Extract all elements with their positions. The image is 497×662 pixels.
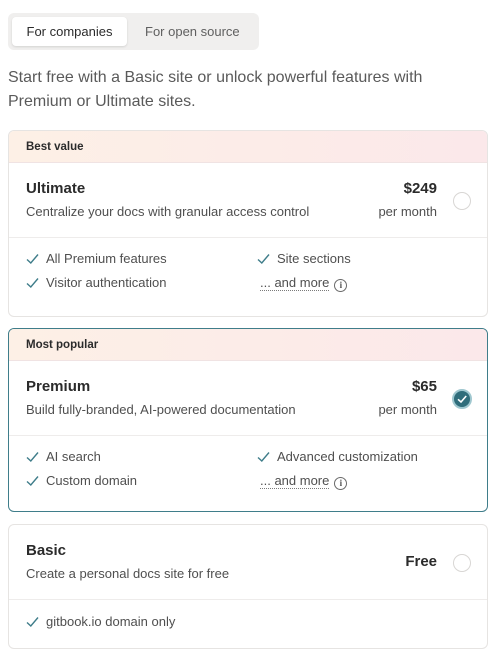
info-icon[interactable]: i xyxy=(334,279,348,292)
plan-audience-tabs: For companies For open source xyxy=(8,13,259,50)
plan-badge: Most popular xyxy=(9,329,487,361)
more-features: ... and more i xyxy=(260,473,348,490)
plan-header: Basic Create a personal docs site for fr… xyxy=(9,525,487,600)
plan-card-ultimate[interactable]: Best value Ultimate Centralize your docs… xyxy=(8,130,488,317)
plan-header: Premium Build fully-branded, AI-powered … xyxy=(9,361,487,436)
plan-card-premium[interactable]: Most popular Premium Build fully-branded… xyxy=(8,328,488,512)
plan-name: Ultimate xyxy=(26,180,86,197)
plan-name: Basic xyxy=(26,542,67,559)
more-features: ... and more i xyxy=(260,275,348,292)
plan-price: Free xyxy=(405,553,437,570)
feature-list: All Premium features Site sections Visit… xyxy=(9,238,487,310)
plan-radio-basic[interactable] xyxy=(453,554,471,572)
plan-description: Create a personal docs site for free xyxy=(26,566,230,581)
plan-name: Premium xyxy=(26,378,91,395)
more-features-link[interactable]: ... and more xyxy=(260,473,330,489)
plan-badge: Best value xyxy=(9,131,487,163)
tab-for-companies[interactable]: For companies xyxy=(12,17,127,46)
info-icon[interactable]: i xyxy=(334,477,348,490)
check-icon xyxy=(257,452,270,463)
feature-list: AI search Advanced customization Custom … xyxy=(9,436,487,508)
plan-description: Build fully-branded, AI-powered document… xyxy=(26,402,296,417)
check-icon xyxy=(26,254,39,265)
plan-card-basic[interactable]: Basic Create a personal docs site for fr… xyxy=(8,524,488,649)
checkmark-icon xyxy=(457,395,467,404)
plan-radio-premium[interactable] xyxy=(452,389,472,409)
plan-radio-ultimate[interactable] xyxy=(453,192,471,210)
check-icon xyxy=(26,617,39,628)
feature-list: gitbook.io domain only xyxy=(9,600,487,648)
check-icon xyxy=(26,278,39,289)
check-icon xyxy=(26,476,39,487)
plan-header: Ultimate Centralize your docs with granu… xyxy=(9,163,487,238)
plan-period: per month xyxy=(378,402,437,417)
plan-period: per month xyxy=(378,204,437,219)
check-icon xyxy=(26,452,39,463)
intro-text: Start free with a Basic site or unlock p… xyxy=(8,69,423,110)
plan-price: $65 xyxy=(411,378,437,395)
more-features-link[interactable]: ... and more xyxy=(260,275,330,291)
plan-description: Centralize your docs with granular acces… xyxy=(26,204,310,219)
tab-for-open-source[interactable]: For open source xyxy=(145,17,240,46)
plan-price: $249 xyxy=(403,180,437,197)
check-icon xyxy=(257,254,270,265)
